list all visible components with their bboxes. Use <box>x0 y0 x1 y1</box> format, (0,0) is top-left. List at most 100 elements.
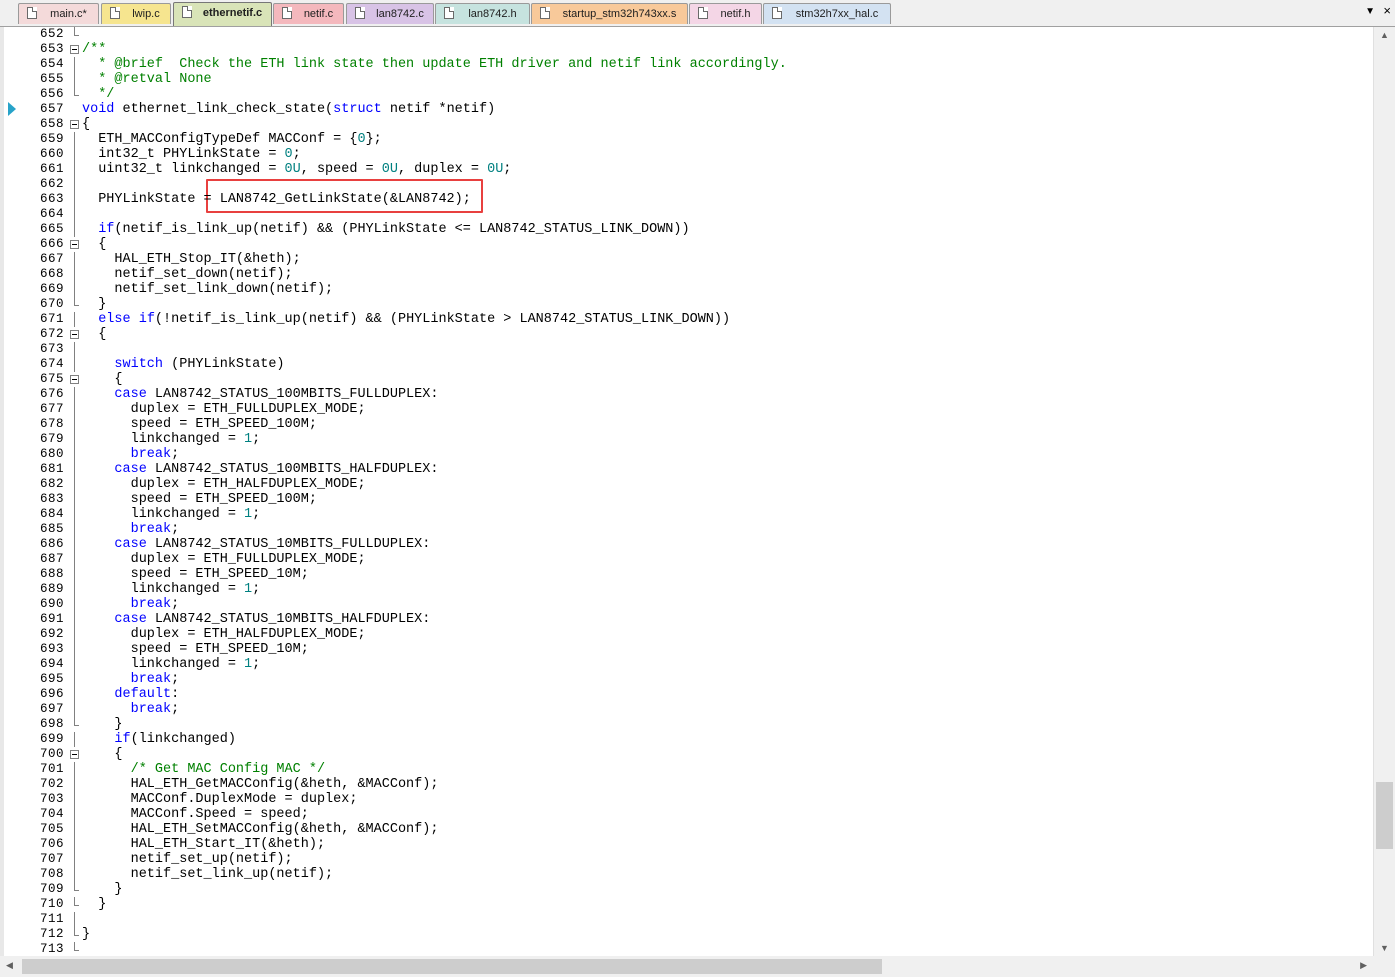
scroll-right-icon[interactable]: ▶ <box>1360 960 1367 971</box>
line-number: 670 <box>39 297 64 311</box>
code-line-667[interactable]: 667 HAL_ETH_Stop_IT(&heth); <box>0 252 1373 267</box>
fold-guide <box>69 507 80 522</box>
tab-main-c[interactable]: main.c* <box>18 3 99 24</box>
code-line-674[interactable]: 674 switch (PHYLinkState) <box>0 357 1373 372</box>
code-line-699[interactable]: 699 if(linkchanged) <box>0 732 1373 747</box>
tab-startup-stm32h743xx-s[interactable]: startup_stm32h743xx.s <box>531 3 688 24</box>
code-line-665[interactable]: 665 if(netif_is_link_up(netif) && (PHYLi… <box>0 222 1373 237</box>
code-line-675[interactable]: 675 { <box>0 372 1373 387</box>
code-line-679[interactable]: 679 linkchanged = 1; <box>0 432 1373 447</box>
fold-toggle-icon[interactable] <box>69 747 80 762</box>
fold-toggle-icon[interactable] <box>69 117 80 132</box>
code-line-692[interactable]: 692 duplex = ETH_HALFDUPLEX_MODE; <box>0 627 1373 642</box>
code-line-702[interactable]: 702 HAL_ETH_GetMACConfig(&heth, &MACConf… <box>0 777 1373 792</box>
code-line-695[interactable]: 695 break; <box>0 672 1373 687</box>
tab-ethernetif-c[interactable]: ethernetif.c <box>173 2 272 26</box>
code-line-681[interactable]: 681 case LAN8742_STATUS_100MBITS_HALFDUP… <box>0 462 1373 477</box>
tab-lan8742-h[interactable]: lan8742.h <box>435 3 530 24</box>
code-line-705[interactable]: 705 HAL_ETH_SetMACConfig(&heth, &MACConf… <box>0 822 1373 837</box>
code-line-696[interactable]: 696 default: <box>0 687 1373 702</box>
code-line-660[interactable]: 660 int32_t PHYLinkState = 0; <box>0 147 1373 162</box>
fold-toggle-icon[interactable] <box>69 372 80 387</box>
code-line-672[interactable]: 672 { <box>0 327 1373 342</box>
code-editor[interactable]: 652 653/** 654 * @brief Check the ETH link… <box>0 27 1373 956</box>
code-line-686[interactable]: 686 case LAN8742_STATUS_10MBITS_FULLDUPL… <box>0 537 1373 552</box>
code-line-659[interactable]: 659 ETH_MACConfigTypeDef MACConf = {0}; <box>0 132 1373 147</box>
horizontal-scroll-thumb[interactable] <box>22 959 882 974</box>
code-line-706[interactable]: 706 HAL_ETH_Start_IT(&heth); <box>0 837 1373 852</box>
code-line-689[interactable]: 689 linkchanged = 1; <box>0 582 1373 597</box>
line-number: 705 <box>39 822 64 836</box>
code-line-662[interactable]: 662 <box>0 177 1373 192</box>
line-number: 713 <box>39 942 64 956</box>
code-line-664[interactable]: 664 <box>0 207 1373 222</box>
code-line-713[interactable]: 713 <box>0 942 1373 956</box>
code-line-663[interactable]: 663 PHYLinkState = LAN8742_GetLinkState(… <box>0 192 1373 207</box>
code-line-670[interactable]: 670 } <box>0 297 1373 312</box>
code-line-697[interactable]: 697 break; <box>0 702 1373 717</box>
code-line-657[interactable]: 657 void ethernet_link_check_state(struct… <box>0 102 1373 117</box>
line-number: 656 <box>39 87 64 101</box>
code-line-687[interactable]: 687 duplex = ETH_FULLDUPLEX_MODE; <box>0 552 1373 567</box>
fold-toggle-icon[interactable] <box>69 327 80 342</box>
tab-stm32h7xx-hal-c[interactable]: stm32h7xx_hal.c <box>763 3 891 24</box>
scroll-left-icon[interactable]: ◀ <box>6 960 13 971</box>
code-line-693[interactable]: 693 speed = ETH_SPEED_10M; <box>0 642 1373 657</box>
code-line-655[interactable]: 655 * @retval None <box>0 72 1373 87</box>
code-line-678[interactable]: 678 speed = ETH_SPEED_100M; <box>0 417 1373 432</box>
code-line-668[interactable]: 668 netif_set_down(netif); <box>0 267 1373 282</box>
line-number: 710 <box>39 897 64 911</box>
tab-netif-h[interactable]: netif.h <box>689 3 762 24</box>
code-line-661[interactable]: 661 uint32_t linkchanged = 0U, speed = 0… <box>0 162 1373 177</box>
code-line-711[interactable]: 711 <box>0 912 1373 927</box>
code-line-654[interactable]: 654 * @brief Check the ETH link state th… <box>0 57 1373 72</box>
code-line-673[interactable]: 673 <box>0 342 1373 357</box>
horizontal-scrollbar[interactable]: ◀ ▶ <box>0 956 1373 977</box>
close-tab-icon[interactable]: × <box>1383 4 1391 18</box>
vertical-scrollbar[interactable]: ▲ ▼ <box>1373 27 1395 956</box>
code-line-685[interactable]: 685 break; <box>0 522 1373 537</box>
code-line-688[interactable]: 688 speed = ETH_SPEED_10M; <box>0 567 1373 582</box>
tab-lwip-c[interactable]: lwip.c <box>101 3 171 24</box>
scroll-up-icon[interactable]: ▲ <box>1380 30 1389 40</box>
scroll-down-icon[interactable]: ▼ <box>1380 943 1389 953</box>
code-line-700[interactable]: 700 { <box>0 747 1373 762</box>
code-line-682[interactable]: 682 duplex = ETH_HALFDUPLEX_MODE; <box>0 477 1373 492</box>
fold-toggle-icon[interactable] <box>69 237 80 252</box>
vertical-scroll-thumb[interactable] <box>1376 782 1393 849</box>
code-line-709[interactable]: 709 } <box>0 882 1373 897</box>
code-line-680[interactable]: 680 break; <box>0 447 1373 462</box>
code-line-710[interactable]: 710 } <box>0 897 1373 912</box>
file-icon <box>27 7 37 19</box>
tab-list-dropdown-icon[interactable]: ▼ <box>1365 6 1375 17</box>
tab-lan8742-c[interactable]: lan8742.c <box>346 3 434 24</box>
code-line-698[interactable]: 698 } <box>0 717 1373 732</box>
fold-guide <box>69 687 80 702</box>
code-line-652[interactable]: 652 <box>0 27 1373 42</box>
code-line-701[interactable]: 701 /* Get MAC Config MAC */ <box>0 762 1373 777</box>
code-line-677[interactable]: 677 duplex = ETH_FULLDUPLEX_MODE; <box>0 402 1373 417</box>
code-line-691[interactable]: 691 case LAN8742_STATUS_10MBITS_HALFDUPL… <box>0 612 1373 627</box>
code-line-658[interactable]: 658 { <box>0 117 1373 132</box>
tab-netif-c[interactable]: netif.c <box>273 3 344 24</box>
code-line-666[interactable]: 666 { <box>0 237 1373 252</box>
code-line-684[interactable]: 684 linkchanged = 1; <box>0 507 1373 522</box>
code-line-694[interactable]: 694 linkchanged = 1; <box>0 657 1373 672</box>
code-line-704[interactable]: 704 MACConf.Speed = speed; <box>0 807 1373 822</box>
code-line-656[interactable]: 656 */ <box>0 87 1373 102</box>
code-line-669[interactable]: 669 netif_set_link_down(netif); <box>0 282 1373 297</box>
code-line-703[interactable]: 703 MACConf.DuplexMode = duplex; <box>0 792 1373 807</box>
code-line-671[interactable]: 671 else if(!netif_is_link_up(netif) && … <box>0 312 1373 327</box>
line-number: 655 <box>39 72 64 86</box>
fold-toggle-icon[interactable] <box>69 42 80 57</box>
line-number: 680 <box>39 447 64 461</box>
line-number: 683 <box>39 492 64 506</box>
code-line-708[interactable]: 708 netif_set_link_up(netif); <box>0 867 1373 882</box>
code-line-653[interactable]: 653 /** <box>0 42 1373 57</box>
code-line-683[interactable]: 683 speed = ETH_SPEED_100M; <box>0 492 1373 507</box>
code-line-707[interactable]: 707 netif_set_up(netif); <box>0 852 1373 867</box>
code-line-676[interactable]: 676 case LAN8742_STATUS_100MBITS_FULLDUP… <box>0 387 1373 402</box>
line-number: 679 <box>39 432 64 446</box>
code-line-690[interactable]: 690 break; <box>0 597 1373 612</box>
code-line-712[interactable]: 712} <box>0 927 1373 942</box>
